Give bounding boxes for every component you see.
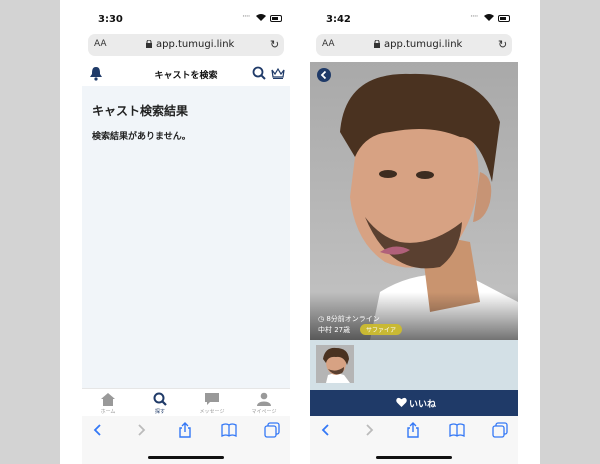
- search-icon: [153, 392, 167, 406]
- status-bar: 3:42 ····: [310, 0, 518, 34]
- battery-icon: [270, 15, 282, 22]
- heart-icon: [396, 397, 407, 407]
- bottom-tab-bar: ホーム 探す メッセージ マイページ: [82, 388, 290, 417]
- bookmarks-icon[interactable]: [221, 422, 237, 438]
- wifi-icon: [484, 14, 494, 21]
- thumbnail-image: [316, 345, 354, 383]
- cast-name-age: 中村 27歳: [318, 326, 351, 334]
- lock-icon: [146, 40, 152, 48]
- search-icon[interactable]: [252, 66, 266, 80]
- back-icon[interactable]: [90, 422, 106, 438]
- status-time: 3:30: [98, 14, 123, 25]
- phone-screen-search: 3:30 ···· AA app.tumugi.link ↻ キャストを検索 キ…: [82, 0, 290, 464]
- search-results: キャスト検索結果 検索結果がありません。: [82, 86, 290, 388]
- back-icon[interactable]: [318, 422, 334, 438]
- like-button[interactable]: いいね: [310, 390, 518, 416]
- tab-label: ホーム: [100, 409, 116, 415]
- cast-portrait-image: [310, 62, 518, 340]
- no-results-message: 検索結果がありません。: [92, 132, 191, 142]
- url-text: app.tumugi.link: [384, 39, 463, 50]
- tab-label: マイページ: [251, 409, 277, 415]
- tab-label: 探す: [154, 409, 165, 415]
- tab-label: メッセージ: [199, 409, 225, 415]
- like-label: いいね: [409, 400, 437, 410]
- tabs-icon[interactable]: [492, 422, 508, 438]
- share-icon[interactable]: [177, 422, 193, 438]
- online-status-text: 8分前オンライン: [326, 315, 380, 323]
- reload-icon[interactable]: ↻: [270, 38, 279, 51]
- rank-badge: サファイア: [360, 324, 403, 335]
- battery-icon: [498, 15, 510, 22]
- tab-home[interactable]: ホーム: [82, 389, 134, 417]
- online-status: ◷ 8分前オンライン: [318, 315, 380, 323]
- bookmarks-icon[interactable]: [449, 422, 465, 438]
- results-heading: キャスト検索結果: [92, 104, 189, 118]
- tabs-icon[interactable]: [264, 422, 280, 438]
- share-icon[interactable]: [405, 422, 421, 438]
- status-bar: 3:30 ····: [82, 0, 290, 34]
- app-header: キャストを検索: [82, 62, 290, 87]
- text-size-button[interactable]: AA: [322, 39, 335, 49]
- tab-mypage[interactable]: マイページ: [238, 389, 290, 417]
- forward-icon[interactable]: [133, 422, 149, 438]
- home-indicator: [148, 456, 224, 459]
- tab-search[interactable]: 探す: [134, 389, 186, 417]
- phone-screen-profile: 3:42 ···· AA app.tumugi.link ↻ ◷ 8分前オンライ…: [310, 0, 518, 464]
- home-icon: [101, 393, 115, 406]
- signal-icon: ····: [242, 12, 251, 22]
- tab-message[interactable]: メッセージ: [186, 389, 238, 417]
- back-button[interactable]: [317, 68, 331, 82]
- lock-icon: [374, 40, 380, 48]
- wifi-icon: [256, 14, 266, 21]
- message-icon: [205, 393, 219, 405]
- url-text: app.tumugi.link: [156, 39, 235, 50]
- address-bar[interactable]: AA app.tumugi.link ↻: [316, 34, 512, 56]
- address-bar[interactable]: AA app.tumugi.link ↻: [88, 34, 284, 56]
- forward-icon[interactable]: [361, 422, 377, 438]
- signal-icon: ····: [470, 12, 479, 22]
- home-indicator: [376, 456, 452, 459]
- crown-icon[interactable]: [271, 67, 285, 79]
- profile-photo: [310, 62, 518, 340]
- text-size-button[interactable]: AA: [94, 39, 107, 49]
- reload-icon[interactable]: ↻: [498, 38, 507, 51]
- person-icon: [257, 392, 271, 406]
- status-time: 3:42: [326, 14, 351, 25]
- photo-thumbnail[interactable]: [316, 345, 354, 383]
